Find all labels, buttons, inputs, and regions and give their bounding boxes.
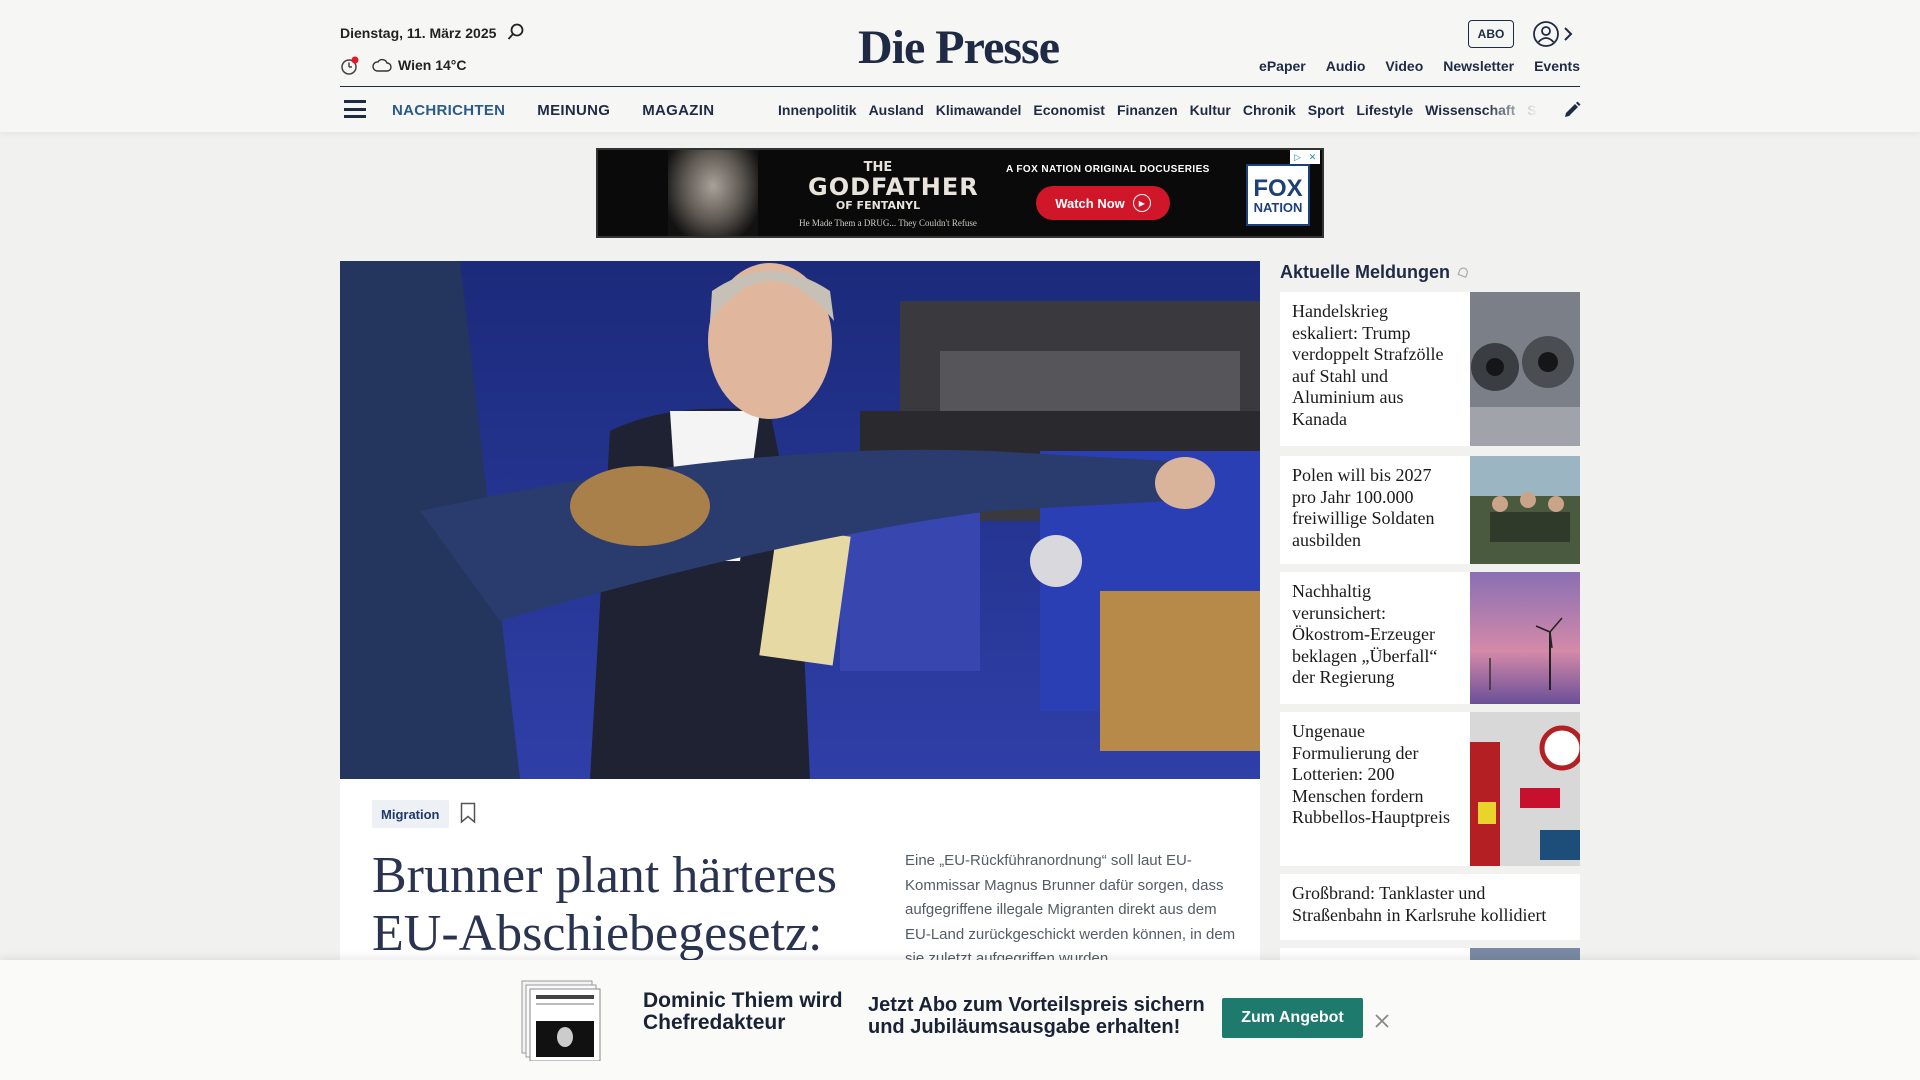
adchoices-icon[interactable]: ▷ ✕ [1290,150,1320,164]
link-video[interactable]: Video [1385,58,1423,74]
subnav-ausland[interactable]: Ausland [869,102,924,118]
breaking-news-icon[interactable] [340,56,360,76]
ad-watch-now-button[interactable]: Watch Now ▶ [1036,186,1170,220]
news-item-title: Handelskrieg eskaliert: Trump verdoppelt… [1292,301,1444,429]
subnav-kultur[interactable]: Kultur [1190,102,1231,118]
subnav-finanzen[interactable]: Finanzen [1117,102,1178,118]
subnav-lifestyle[interactable]: Lifestyle [1356,102,1413,118]
menu-icon[interactable] [344,100,366,118]
site-logo[interactable]: Die Presse [858,20,1060,75]
ad-title-main: GODFATHER [808,173,979,201]
bell-icon[interactable] [1456,266,1470,280]
soldiers-thumbnail [1470,456,1580,564]
subnav-chronik[interactable]: Chronik [1243,102,1296,118]
ad-tagline: He Made Them a DRUG... They Couldn't Ref… [799,218,977,228]
news-item-title: Großbrand: Tanklaster und Straßenbahn in… [1292,883,1547,925]
news-item-title: Polen will bis 2027 pro Jahr 100.000 fre… [1292,465,1435,550]
main-nav: NACHRICHTEN MEINUNG MAGAZIN [392,102,714,119]
subnav-klimawandel[interactable]: Klimawandel [936,102,1022,118]
news-item-title: Nachhaltig verunsichert: Ökostrom-Erzeug… [1292,581,1438,687]
link-newsletter[interactable]: Newsletter [1443,58,1514,74]
abo-button[interactable]: ABO [1468,20,1514,48]
category-tag[interactable]: Migration [372,800,449,828]
play-icon: ▶ [1132,194,1151,212]
sub-nav: Innenpolitik Ausland Klimawandel Economi… [778,102,1538,118]
ad-watch-now-label: Watch Now [1055,195,1125,211]
subnav-innenpolitik[interactable]: Innenpolitik [778,102,857,118]
user-account-icon[interactable] [1532,20,1560,48]
ad-series-label: A FOX NATION ORIGINAL DOCUSERIES [1006,164,1210,175]
ad-portrait-image [668,150,758,236]
latest-news-heading: Aktuelle Meldungen [1280,262,1470,283]
news-item-4[interactable]: Ungenaue Formulierung der Lotterien: 200… [1280,712,1580,866]
subnav-spectrum[interactable]: Spectrum [1527,102,1538,118]
nav-nachrichten[interactable]: NACHRICHTEN [392,102,505,119]
nav-magazin[interactable]: MAGAZIN [642,102,714,119]
pen-icon[interactable] [1562,100,1582,120]
ad-title: THE GODFATHER OF FENTANYL [808,160,979,212]
subnav-economist[interactable]: Economist [1033,102,1105,118]
link-audio[interactable]: Audio [1326,58,1366,74]
top-links: ePaper Audio Video Newsletter Events [1259,58,1580,74]
subnav-sport[interactable]: Sport [1308,102,1345,118]
news-item-3[interactable]: Nachhaltig verunsichert: Ökostrom-Erzeug… [1280,572,1580,704]
lead-headline[interactable]: Brunner plant härteres EU-Abschiebegeset… [372,847,872,963]
close-icon[interactable] [1373,1012,1391,1030]
weather-widget[interactable]: Wien 14°C [372,57,467,73]
newspaper-stack-image [521,980,601,1061]
fox-nation-logo: FOX NATION [1246,164,1310,226]
promo-headline: Dominic Thiem wird Chefredakteur [643,989,843,1034]
current-date: Dienstag, 11. März 2025 [340,25,497,41]
ad-banner[interactable]: THE GODFATHER OF FENTANYL He Made Them a… [596,148,1324,238]
promo-offer-button[interactable]: Zum Angebot [1222,998,1363,1038]
bookmark-icon[interactable] [460,802,476,824]
lead-teaser: Eine „EU-Rückführanordnung“ soll laut EU… [905,852,1236,967]
wind-turbines-thumbnail [1470,572,1580,704]
cloud-icon [372,58,392,72]
news-item-2[interactable]: Polen will bis 2027 pro Jahr 100.000 fre… [1280,456,1580,564]
search-icon[interactable] [506,22,526,42]
subnav-wissenschaft[interactable]: Wissenschaft [1425,102,1515,118]
steel-coils-thumbnail [1470,292,1580,446]
news-item-5[interactable]: Großbrand: Tanklaster und Straßenbahn in… [1280,874,1580,940]
chevron-right-icon[interactable] [1562,24,1574,44]
weather-label: Wien 14°C [398,57,467,73]
nav-meinung[interactable]: MEINUNG [537,102,610,119]
latest-news-title: Aktuelle Meldungen [1280,262,1451,282]
promo-offer-text: Jetzt Abo zum Vorteilspreis sichern und … [868,994,1205,1038]
lead-article-image[interactable] [340,261,1260,779]
news-item-1[interactable]: Handelskrieg eskaliert: Trump verdoppelt… [1280,292,1580,446]
lottery-shop-thumbnail [1470,712,1580,866]
header-divider [340,86,1580,87]
lead-photo [340,261,1260,779]
news-item-title: Ungenaue Formulierung der Lotterien: 200… [1292,721,1450,827]
link-events[interactable]: Events [1534,58,1580,74]
link-epaper[interactable]: ePaper [1259,58,1306,74]
lead-article-card: Migration Brunner plant härteres EU-Absc… [340,779,1260,969]
site-header: Dienstag, 11. März 2025 Wien 14°C Die Pr… [0,0,1920,132]
subscription-promo-bar: Dominic Thiem wird Chefredakteur Jetzt A… [0,960,1920,1080]
